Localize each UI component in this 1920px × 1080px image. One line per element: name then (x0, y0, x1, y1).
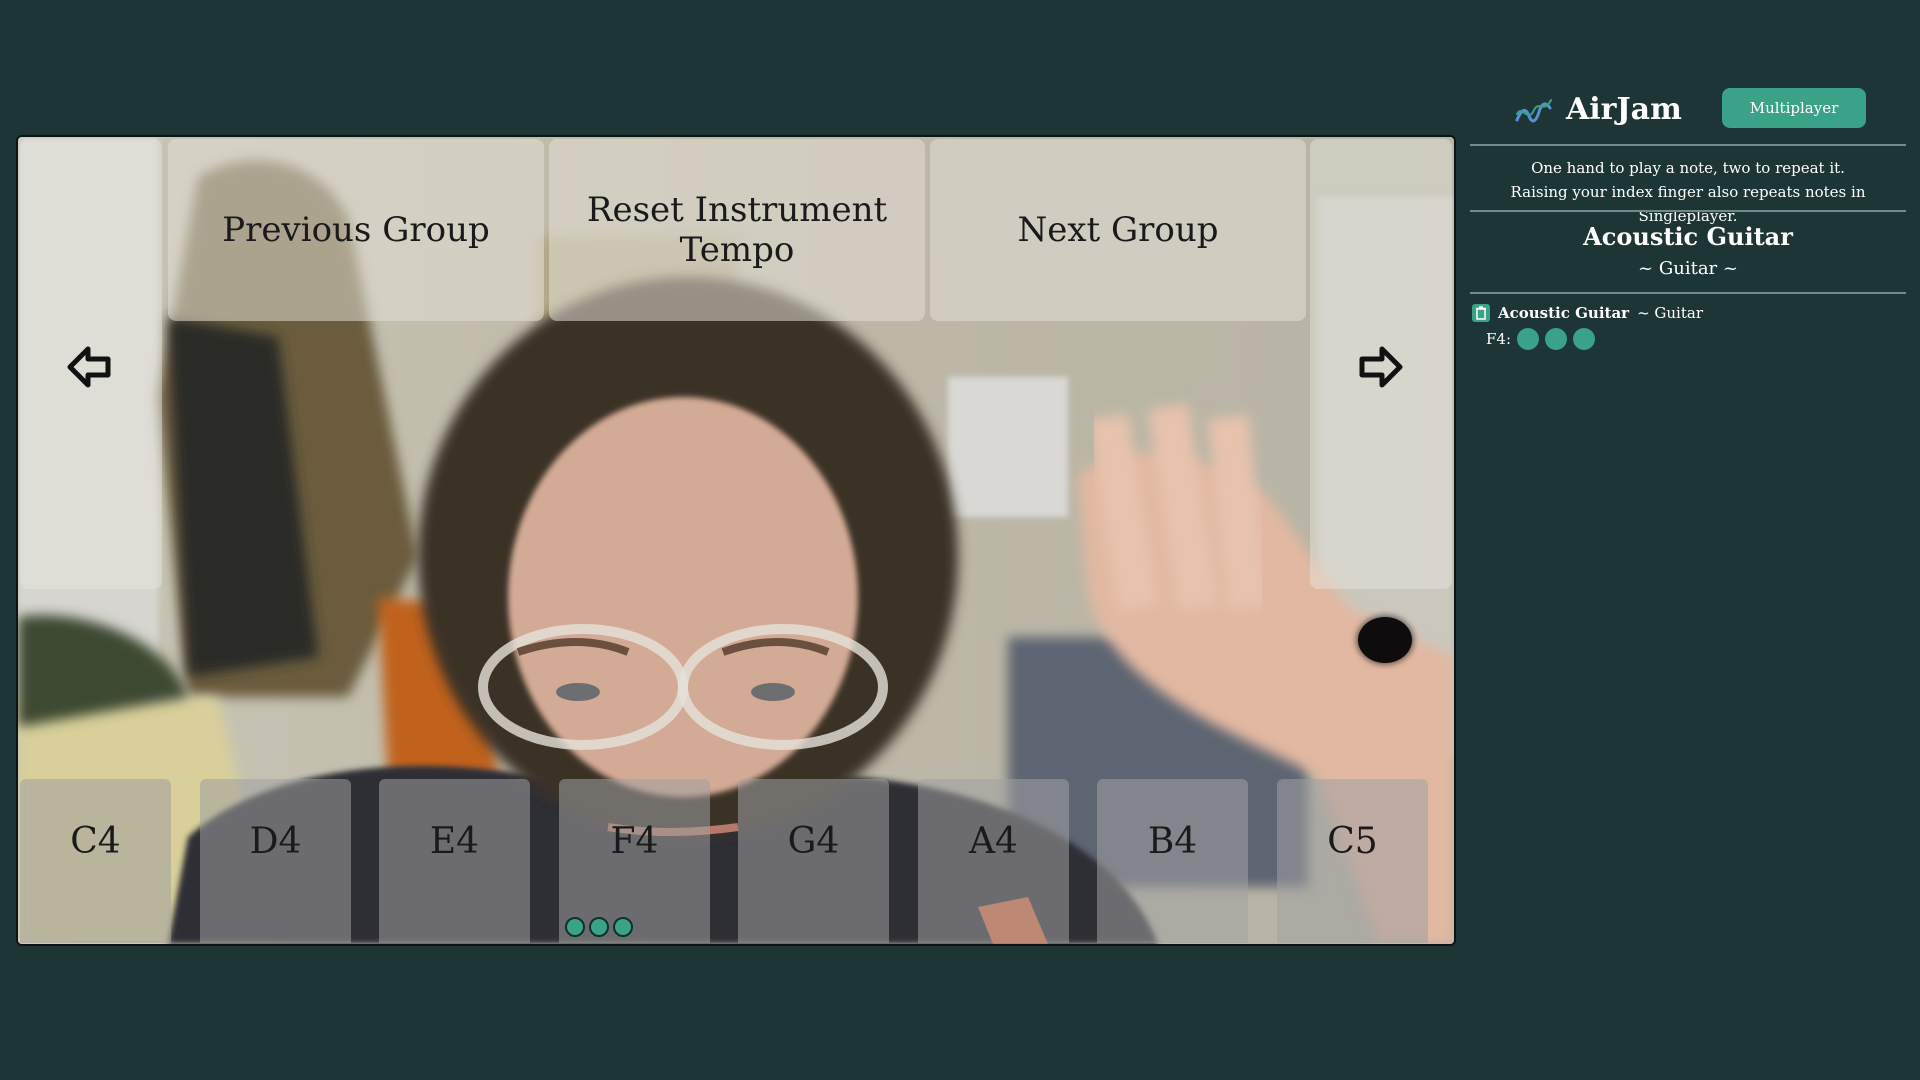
note-key-label: A4 (969, 821, 1018, 862)
track-header: Acoustic Guitar ~ Guitar (1472, 304, 1902, 322)
arrow-right-icon[interactable] (1356, 343, 1404, 391)
previous-group-button[interactable]: Previous Group (168, 139, 544, 321)
help-line-2: Raising your index finger also repeats n… (1510, 183, 1866, 225)
camera-stage: Previous Group Reset Instrument Tempo Ne… (16, 135, 1456, 946)
repeat-dot (1573, 328, 1596, 350)
arrow-left-icon[interactable] (66, 343, 114, 391)
repeat-dot (589, 917, 609, 937)
note-key-label: E4 (429, 821, 480, 862)
note-key-c4[interactable]: C4 (20, 779, 171, 943)
note-key-label: C4 (70, 821, 121, 862)
note-key-label: B4 (1147, 821, 1198, 862)
multiplayer-label: Multiplayer (1749, 99, 1839, 117)
repeat-dot (1517, 328, 1540, 350)
trash-icon[interactable] (1472, 304, 1490, 322)
repeat-dot (565, 917, 585, 937)
multiplayer-button[interactable]: Multiplayer (1722, 88, 1866, 128)
waveform-logo-icon (1515, 98, 1552, 122)
track-instrument-family: ~ Guitar (1637, 304, 1703, 322)
next-group-button[interactable]: Next Group (930, 139, 1306, 321)
note-key-c5[interactable]: C5 (1277, 779, 1428, 943)
instrument-family: ~ Guitar ~ (1638, 258, 1738, 279)
airjam-page: Previous Group Reset Instrument Tempo Ne… (0, 0, 1920, 1080)
repeat-dot (1545, 328, 1568, 350)
repeat-dot (613, 917, 633, 937)
note-key-f4[interactable]: F4 (559, 779, 710, 943)
brand: AirJam (1514, 92, 1682, 127)
reset-tempo-button[interactable]: Reset Instrument Tempo (549, 139, 925, 321)
note-key-a4[interactable]: A4 (918, 779, 1069, 943)
note-key-g4[interactable]: G4 (738, 779, 889, 943)
note-key-label: D4 (249, 821, 302, 862)
track-note-label: F4: (1486, 330, 1512, 348)
reset-tempo-label: Reset Instrument Tempo (586, 190, 888, 270)
instrument-name: Acoustic Guitar (1583, 222, 1793, 251)
divider (1470, 210, 1906, 212)
hand-tracking-marker (1358, 617, 1412, 663)
note-key-b4[interactable]: B4 (1097, 779, 1248, 943)
track-instrument-name: Acoustic Guitar (1498, 304, 1630, 322)
note-key-d4[interactable]: D4 (200, 779, 351, 943)
next-group-label: Next Group (1017, 210, 1219, 250)
note-key-label: C5 (1327, 821, 1378, 862)
app-title: AirJam (1566, 92, 1682, 127)
divider (1470, 144, 1906, 146)
repeat-indicator (559, 917, 710, 937)
track-list: Acoustic Guitar ~ Guitar F4: (1472, 304, 1902, 350)
note-key-label: F4 (610, 821, 659, 862)
help-text: One hand to play a note, two to repeat i… (1470, 156, 1906, 228)
divider (1470, 292, 1906, 294)
note-key-e4[interactable]: E4 (379, 779, 530, 943)
previous-group-label: Previous Group (222, 210, 490, 250)
track-note-row: F4: (1472, 328, 1902, 350)
note-key-label: G4 (787, 821, 840, 862)
help-line-1: One hand to play a note, two to repeat i… (1531, 159, 1845, 177)
